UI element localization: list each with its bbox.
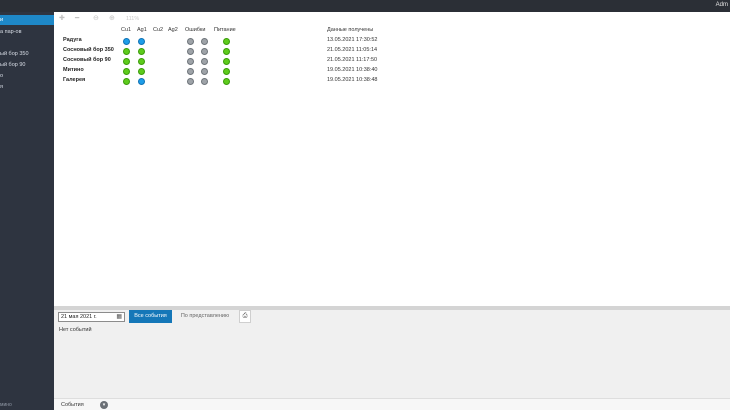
status-dot-ag1 (138, 57, 145, 65)
sidebar-item-0[interactable]: и (0, 15, 54, 25)
status-dot-errors2 (201, 37, 208, 45)
status-dot-errors1 (187, 47, 194, 55)
sidebar-item-4[interactable]: о (0, 71, 54, 81)
status-dot-cu1 (123, 77, 130, 85)
received-time: 21.05.2021 11:17:50 (327, 57, 378, 63)
sidebar: и а пар-ов ый бор 350 ый бор 90 о я мино (0, 12, 54, 410)
header-cu2: Cu2 (153, 27, 164, 33)
by-view-button[interactable]: По представлению (174, 310, 236, 323)
status-dot-power (223, 67, 230, 75)
status-dot-power (223, 57, 230, 65)
station-name[interactable]: Галерея (63, 77, 85, 83)
sidebar-item-1[interactable]: а пар-ов (0, 27, 54, 37)
received-time: 13.05.2021 17:30:52 (327, 37, 378, 43)
status-dot-power (223, 47, 230, 55)
plus-icon[interactable]: ✚ (59, 15, 65, 23)
status-dot-power (223, 37, 230, 45)
date-picker[interactable]: 21 мая 2021 г. ▦ (58, 312, 125, 322)
status-dot-errors1 (187, 77, 194, 85)
status-dot-ag1 (138, 67, 145, 75)
status-dot-errors2 (201, 77, 208, 85)
header-received: Данные получены (327, 27, 374, 33)
status-dot-errors1 (187, 57, 194, 65)
calendar-icon[interactable]: ▦ (116, 313, 122, 321)
header-errors: Ошибки (185, 27, 206, 33)
sidebar-footer: мино (0, 402, 12, 408)
header-power: Питание (214, 27, 236, 33)
status-dot-errors1 (187, 37, 194, 45)
zoom-out-icon[interactable]: ⊖ (93, 15, 99, 23)
status-dot-errors1 (187, 67, 194, 75)
status-dot-cu1 (123, 37, 130, 45)
station-name[interactable]: Сосновый бор 350 (63, 47, 114, 53)
station-name[interactable]: Митино (63, 67, 84, 73)
header-ag1: Ag1 (137, 27, 147, 33)
status-dot-ag1 (138, 37, 145, 45)
status-dot-errors2 (201, 47, 208, 55)
station-name[interactable]: Радуга (63, 37, 82, 43)
status-dot-errors2 (201, 57, 208, 65)
sidebar-item-3[interactable]: ый бор 90 (0, 60, 54, 70)
status-dot-errors2 (201, 67, 208, 75)
date-value: 21 мая 2021 г. (61, 314, 97, 320)
minus-icon[interactable]: ━ (75, 15, 79, 23)
station-name[interactable]: Сосновый бор 90 (63, 57, 111, 63)
empty-events-text: Нет событий (59, 327, 92, 333)
status-dot-cu1 (123, 67, 130, 75)
events-panel: 21 мая 2021 г. ▦ Все события По представ… (54, 310, 730, 398)
sidebar-item-2[interactable]: ый бор 350 (0, 49, 54, 59)
chevron-down-icon[interactable]: ▾ (100, 401, 108, 409)
events-tab-label[interactable]: События (61, 402, 84, 408)
status-dot-power (223, 77, 230, 85)
received-time: 19.05.2021 10:38:48 (327, 77, 378, 83)
bottom-bar: События ▾ (54, 398, 730, 410)
zoom-in-icon[interactable]: ⊕ (109, 15, 115, 23)
header-ag2: Ag2 (168, 27, 178, 33)
user-menu[interactable]: Adm (716, 2, 728, 8)
main-panel: ✚ ━ ⊖ ⊕ 111% Cu1 Ag1 Cu2 Ag2 Ошибки Пита… (54, 12, 730, 306)
status-dot-ag1 (138, 77, 145, 85)
received-time: 21.05.2021 11:05:14 (327, 47, 378, 53)
top-bar: Adm (0, 0, 730, 12)
status-dot-ag1 (138, 47, 145, 55)
header-cu1: Cu1 (121, 27, 132, 33)
print-icon[interactable]: ⎙ (239, 310, 251, 323)
sidebar-item-5[interactable]: я (0, 82, 54, 92)
status-dot-cu1 (123, 47, 130, 55)
received-time: 19.05.2021 10:38:40 (327, 67, 378, 73)
status-dot-cu1 (123, 57, 130, 65)
all-events-button[interactable]: Все события (129, 310, 172, 323)
zoom-level: 111% (126, 16, 140, 22)
